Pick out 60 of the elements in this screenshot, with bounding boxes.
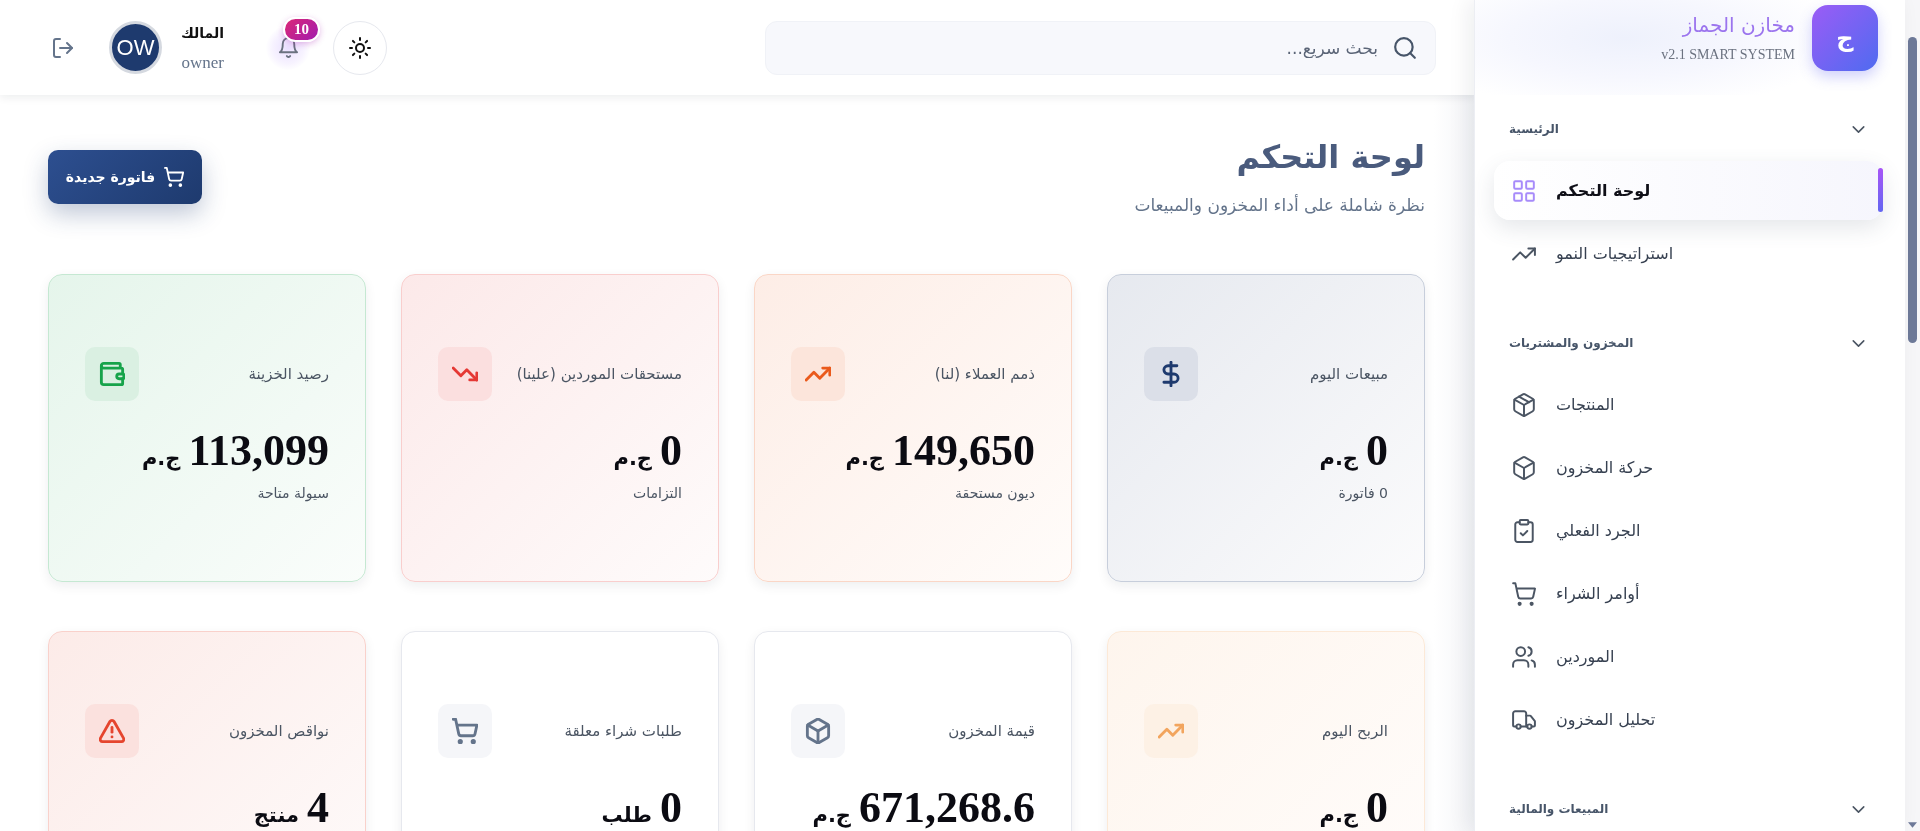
box-icon (791, 704, 845, 758)
scrollbar[interactable] (1905, 0, 1920, 831)
nav-section-header[interactable]: المخزون والمشتريات (1494, 323, 1883, 363)
nav-item[interactable]: المنتجات (1494, 375, 1883, 434)
stat-label: رصيد الخزينة (248, 365, 329, 383)
logout-button[interactable] (52, 36, 74, 59)
nav-item[interactable]: استراتيجيات النمو (1494, 224, 1883, 283)
stat-note: 0 فاتورة (1337, 484, 1388, 503)
scroll-down-arrow-icon[interactable] (1908, 822, 1917, 828)
nav-item[interactable]: الموردين (1494, 627, 1883, 686)
stat-label: مبيعات اليوم (1309, 365, 1388, 383)
truck-icon (1512, 707, 1536, 732)
nav-section-header[interactable]: المبيعات والمالية (1494, 789, 1883, 829)
package-icon (1512, 392, 1536, 417)
user-role: owner (181, 52, 224, 73)
nav-item[interactable]: الجرد الفعلي (1494, 501, 1883, 560)
logout-icon (52, 36, 74, 59)
stat-label: قيمة المخزون (948, 722, 1035, 740)
bell-icon (277, 37, 299, 58)
nav-section-header[interactable]: الرئيسية (1494, 109, 1883, 149)
theme-toggle-button[interactable] (333, 20, 387, 75)
nav-item[interactable]: أوامر الشراء (1494, 564, 1883, 623)
app-version: v2.1 SMART SYSTEM (1661, 46, 1795, 64)
trend-up-icon (791, 347, 845, 401)
wallet-icon (85, 347, 139, 401)
page-subtitle: نظرة شاملة على أداء المخزون والمبيعات (1134, 193, 1425, 217)
stat-label: الربح اليوم (1322, 722, 1388, 740)
users-icon (1512, 644, 1536, 669)
box-icon (1512, 455, 1536, 480)
stat-label: ذمم العملاء (لنا) (934, 365, 1035, 383)
scrollbar-thumb[interactable] (1908, 37, 1917, 343)
app-logo: ج (1812, 5, 1878, 71)
clipboard-check-icon (1512, 518, 1536, 543)
cart-icon (164, 166, 185, 187)
stat-label: طلبات شراء معلقة (564, 722, 682, 740)
trend-down-icon (438, 347, 492, 401)
grid-icon (1512, 178, 1536, 203)
new-invoice-button[interactable]: فاتورة جديدة (48, 149, 202, 204)
app-title: مخازن الجماز (1682, 12, 1795, 38)
stat-note: سيولة متاحة (256, 484, 329, 503)
notification-badge: 10 (283, 16, 320, 42)
stat-label: مستحقات الموردين (علينا) (516, 365, 682, 383)
dollar-sign-icon (1144, 347, 1198, 401)
warning-icon (85, 704, 139, 758)
stat-label: نواقص المخزون (228, 722, 329, 740)
search-field[interactable]: بحث سريع... (765, 20, 1436, 75)
nav-item[interactable]: لوحة التحكم (1494, 161, 1883, 220)
user-name: المالك (181, 23, 224, 43)
page-title: لوحة التحكم (1236, 137, 1425, 178)
cart-icon (438, 704, 492, 758)
user-avatar[interactable]: OW (109, 21, 162, 74)
nav-item[interactable]: حركة المخزون (1494, 438, 1883, 497)
active-marker-icon (1878, 168, 1883, 212)
sun-icon (349, 36, 371, 59)
search-icon (1393, 35, 1417, 60)
stat-note: التزامات (632, 484, 682, 503)
stat-note: ديون مستحقة (954, 484, 1035, 503)
cart-icon (1512, 581, 1536, 606)
nav-item[interactable]: تحليل المخزون (1494, 690, 1883, 749)
trend-up-icon (1144, 704, 1198, 758)
